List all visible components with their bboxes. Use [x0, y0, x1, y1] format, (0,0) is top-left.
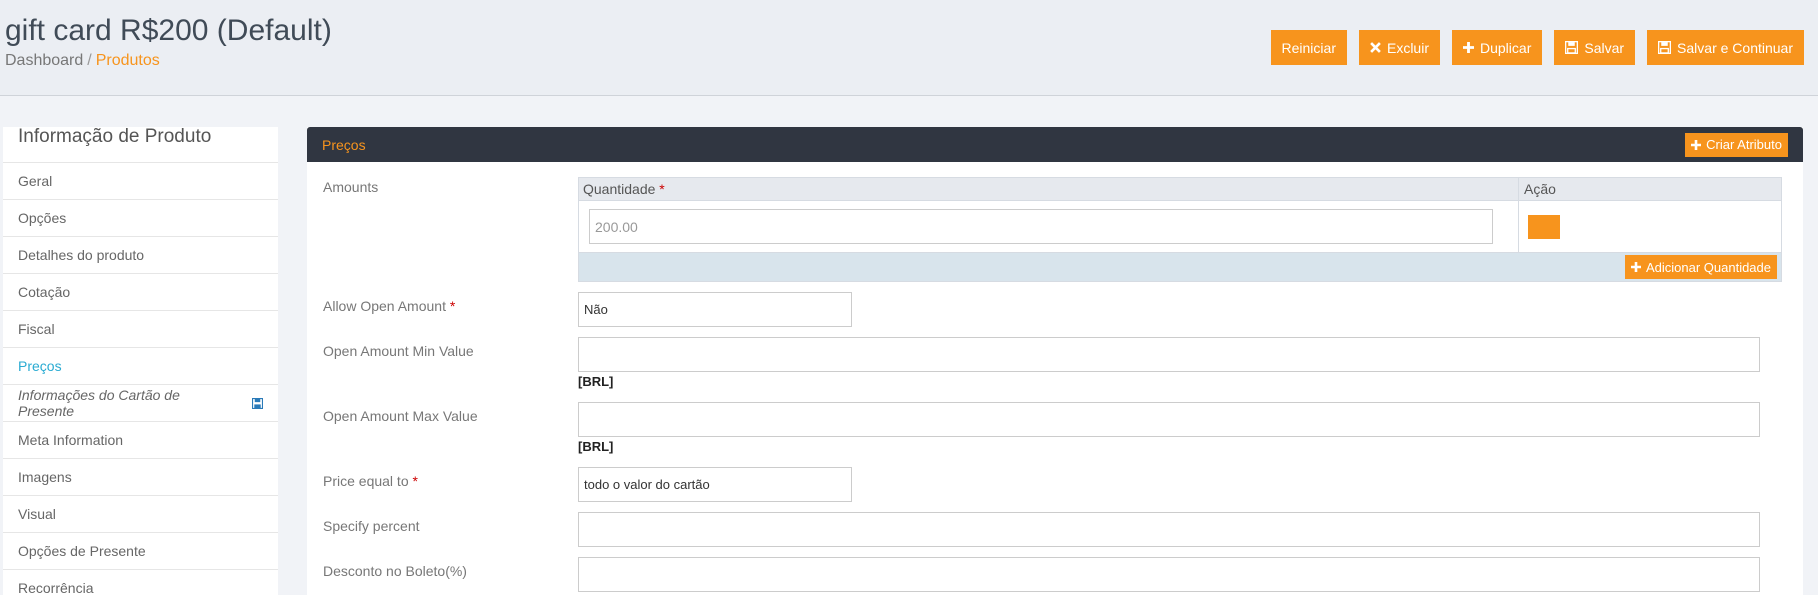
required-mark: * — [412, 473, 418, 489]
sidebar-item-imagens[interactable]: Imagens — [3, 459, 278, 496]
allow-open-amount-select[interactable]: Não — [578, 292, 852, 327]
product-info-sidebar: Informação de Produto Geral Opções Detal… — [3, 127, 278, 595]
save-continue-button[interactable]: Salvar e Continuar — [1647, 30, 1804, 65]
sidebar-item-opcoes-presente[interactable]: Opções de Presente — [3, 533, 278, 570]
sidebar-item-precos[interactable]: Preços — [3, 348, 278, 385]
open-min-input[interactable] — [578, 337, 1760, 372]
delete-button[interactable]: Excluir — [1358, 30, 1440, 65]
remove-quantity-button[interactable] — [1528, 215, 1560, 239]
price-equal-select[interactable]: todo o valor do cartão — [578, 467, 852, 502]
sidebar-item-meta[interactable]: Meta Information — [3, 422, 278, 459]
boleto-discount-label: Desconto no Boleto(%) — [323, 563, 467, 579]
column-divider — [1518, 201, 1519, 252]
save-icon — [252, 397, 263, 409]
plus-icon — [1463, 42, 1474, 53]
sidebar-item-geral[interactable]: Geral — [3, 163, 278, 200]
amounts-table-footer: Adicionar Quantidade — [579, 253, 1781, 281]
allow-open-amount-label: Allow Open Amount * — [323, 298, 455, 314]
open-min-unit: [BRL] — [578, 374, 614, 389]
create-attribute-button[interactable]: Criar Atributo — [1685, 132, 1788, 157]
create-attribute-label: Criar Atributo — [1706, 137, 1782, 152]
amounts-table: Quantidade * Ação Adicionar Quantidade — [578, 177, 1782, 282]
plus-icon — [1691, 139, 1702, 150]
action-column-header: Ação — [1524, 181, 1556, 197]
breadcrumb-separator: / — [87, 52, 92, 69]
toolbar: Reiniciar Excluir Duplicar Salvar Salvar… — [1270, 30, 1804, 65]
quantity-header-text: Quantidade — [583, 181, 656, 197]
close-icon — [1370, 42, 1381, 53]
save-icon — [1565, 41, 1579, 54]
quantity-column-header: Quantidade * — [583, 181, 665, 197]
prices-panel: Preços Criar Atributo Amounts Quantidade… — [307, 127, 1803, 595]
sidebar-item-opcoes[interactable]: Opções — [3, 200, 278, 237]
breadcrumb: Dashboard / Produtos — [5, 52, 160, 70]
sidebar-item-recorrencia[interactable]: Recorrência — [3, 570, 278, 595]
save-icon — [1658, 41, 1672, 54]
breadcrumb-dashboard[interactable]: Dashboard — [5, 52, 83, 69]
page-title: gift card R$200 (Default) — [5, 14, 332, 47]
delete-label: Excluir — [1386, 39, 1429, 56]
amounts-table-header: Quantidade * Ação — [579, 178, 1781, 201]
sidebar-item-detalhes[interactable]: Detalhes do produto — [3, 237, 278, 274]
quantity-input[interactable] — [589, 209, 1493, 244]
open-max-unit: [BRL] — [578, 439, 614, 454]
reset-button[interactable]: Reiniciar — [1270, 30, 1347, 65]
duplicate-label: Duplicar — [1480, 39, 1532, 56]
open-min-label: Open Amount Min Value — [323, 343, 474, 359]
panel-header: Preços Criar Atributo — [307, 127, 1803, 162]
amounts-label: Amounts — [323, 179, 379, 195]
panel-title: Preços — [322, 136, 366, 153]
reset-label: Reiniciar — [1281, 39, 1336, 56]
column-divider — [1518, 178, 1519, 200]
price-equal-text: Price equal to — [323, 473, 409, 489]
add-quantity-label: Adicionar Quantidade — [1645, 259, 1771, 275]
specify-percent-input[interactable] — [578, 512, 1760, 547]
boleto-discount-input[interactable] — [578, 557, 1760, 592]
allow-open-amount-text: Allow Open Amount — [323, 298, 446, 314]
page-header: gift card R$200 (Default) Dashboard / Prod… — [0, 0, 1818, 96]
add-quantity-button[interactable]: Adicionar Quantidade — [1624, 255, 1777, 279]
sidebar-item-cotacao[interactable]: Cotação — [3, 274, 278, 311]
sidebar-item-cartao-presente[interactable]: Informações do Cartão de Presente — [3, 385, 278, 422]
breadcrumb-produtos[interactable]: Produtos — [96, 52, 160, 69]
required-mark: * — [659, 181, 665, 197]
price-equal-label: Price equal to * — [323, 473, 418, 489]
sidebar-item-fiscal[interactable]: Fiscal — [3, 311, 278, 348]
open-max-input[interactable] — [578, 402, 1760, 437]
required-mark: * — [449, 298, 456, 314]
sidebar-title: Informação de Produto — [3, 127, 278, 163]
save-label: Salvar — [1584, 39, 1625, 56]
plus-icon — [1630, 262, 1641, 272]
save-continue-label: Salvar e Continuar — [1677, 39, 1793, 56]
table-row — [579, 201, 1781, 253]
specify-percent-label: Specify percent — [323, 518, 420, 534]
sidebar-item-visual[interactable]: Visual — [3, 496, 278, 533]
duplicate-button[interactable]: Duplicar — [1452, 30, 1543, 65]
open-max-label: Open Amount Max Value — [323, 408, 478, 424]
save-button[interactable]: Salvar — [1554, 30, 1636, 65]
sidebar-item-label: Informações do Cartão de Presente — [18, 387, 180, 419]
